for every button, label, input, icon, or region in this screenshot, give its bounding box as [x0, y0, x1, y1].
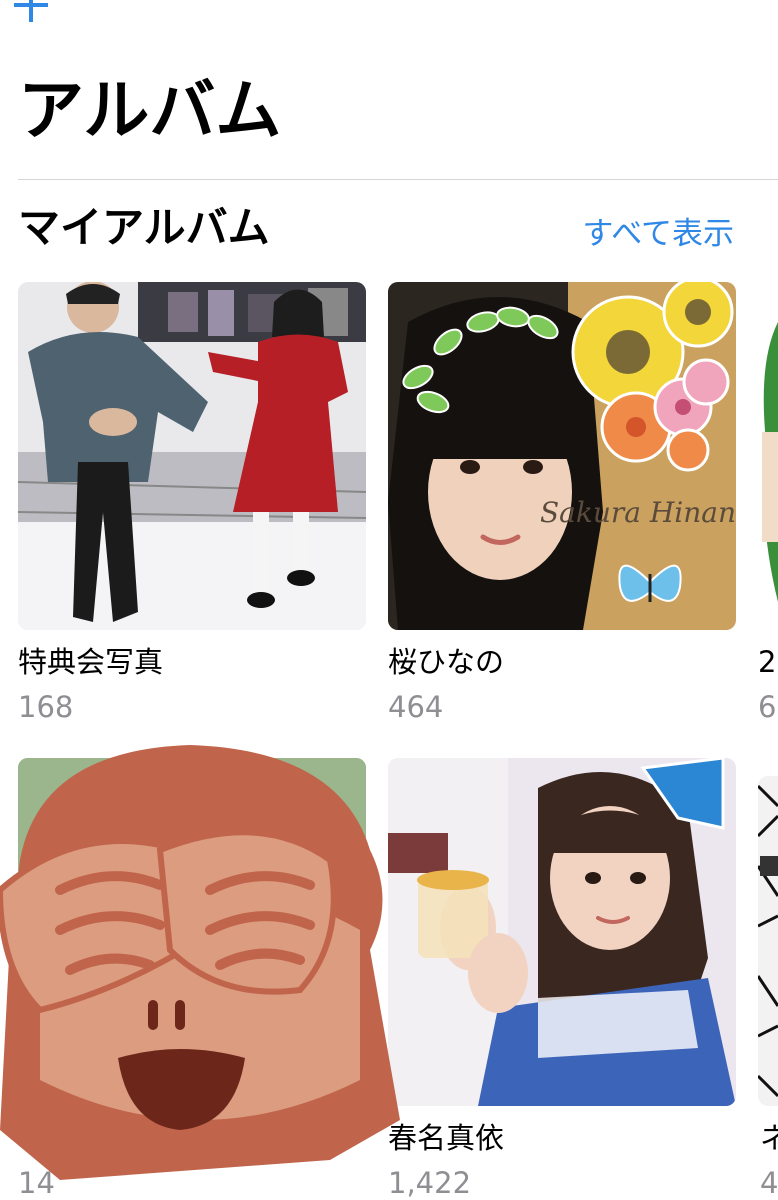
album-name-partial: 2: [758, 645, 777, 679]
album-thumbnail-partial[interactable]: [758, 282, 778, 630]
album-thumbnail[interactable]: [388, 758, 736, 1106]
see-all-link[interactable]: すべて表示: [582, 219, 734, 250]
album-thumbnail-partial[interactable]: [758, 776, 778, 1106]
album-name: 桜ひなの: [388, 645, 505, 679]
plus-icon: [14, 0, 48, 22]
page-title: アルバム: [18, 72, 282, 149]
see-no-evil-monkey-icon: [0, 740, 400, 1180]
section-title: マイアルバム: [18, 203, 270, 252]
album-name: 特典会写真: [18, 645, 164, 679]
title-divider: [18, 179, 778, 180]
album-count-partial: 4: [760, 1166, 778, 1200]
album-count: 1,422: [388, 1166, 472, 1200]
album-count: 168: [18, 690, 74, 724]
album-thumbnail[interactable]: [18, 282, 366, 630]
album-count-partial: 6: [758, 690, 777, 724]
album-name-partial: ネ: [760, 1121, 778, 1155]
album-thumbnail[interactable]: Sakura Hinano: [388, 282, 736, 630]
watermark-text: Sakura Hinano: [540, 496, 736, 529]
album-count: 464: [388, 690, 444, 724]
add-album-button[interactable]: [14, 0, 48, 22]
album-name: 春名真依: [388, 1121, 505, 1155]
